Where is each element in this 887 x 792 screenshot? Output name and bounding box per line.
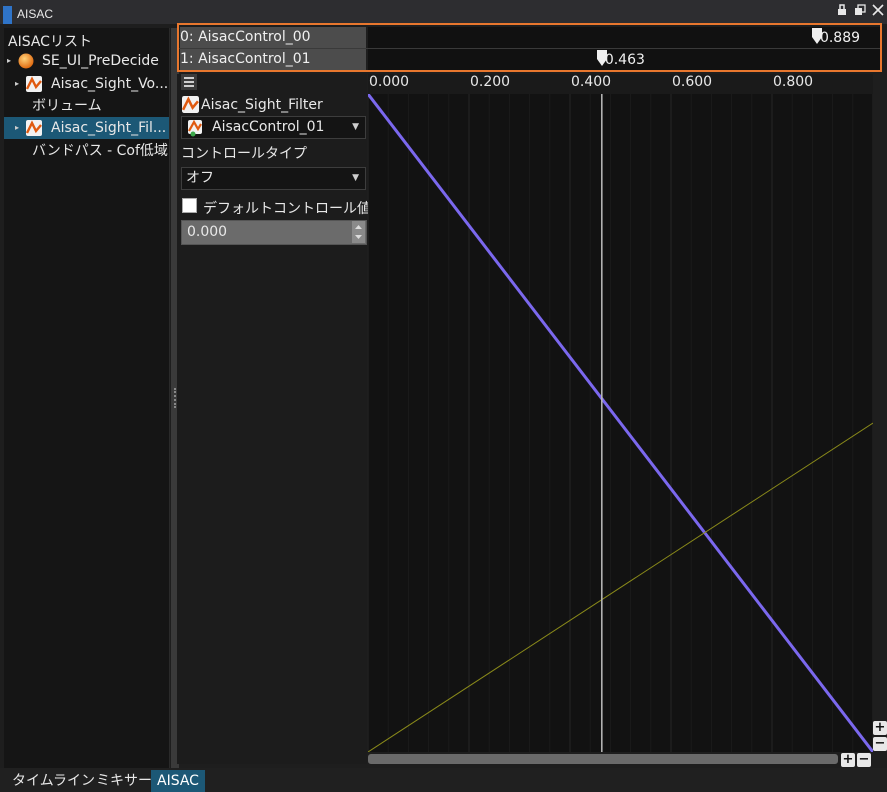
aisac-icon [26, 120, 42, 136]
tree-item-aisac-filter[interactable]: ▸ Aisac_Sight_Fil... [4, 117, 169, 139]
tree-item-cue[interactable]: ▸ SE_UI_PreDecide [4, 50, 169, 72]
control-type-value: オフ [186, 170, 214, 186]
graph-canvas[interactable] [366, 74, 875, 753]
expander-icon[interactable]: ▸ [7, 50, 11, 72]
tab-timeline[interactable]: タイムライン [6, 770, 101, 792]
aisac-list-panel [4, 28, 170, 768]
zoom-in-vertical-icon[interactable]: + [873, 721, 887, 735]
tree-item-label: SE_UI_PreDecide [42, 53, 159, 69]
x-tick-label: 0.200 [470, 74, 511, 90]
restore-icon[interactable] [853, 4, 867, 18]
default-control-checkbox[interactable] [182, 198, 197, 213]
aisac-name: Aisac_Sight_Filter [201, 97, 323, 113]
chevron-down-icon: ▼ [352, 122, 359, 132]
value-spinner[interactable] [352, 221, 365, 243]
tree-item-label: ボリューム [32, 98, 102, 114]
cue-orb-icon [18, 53, 34, 69]
purple-curve[interactable] [366, 93, 875, 753]
horizontal-scrollbar[interactable] [368, 754, 838, 764]
tree-item-label: Aisac_Sight_Fil... [51, 120, 167, 136]
title-accent-bar [3, 6, 12, 24]
expander-icon[interactable]: ▸ [15, 117, 19, 139]
x-tick-label: 0.600 [672, 74, 713, 90]
default-control-label: デフォルトコントロール値 [203, 201, 371, 217]
control-select[interactable]: AisacControl_01 ▼ [181, 116, 366, 139]
menu-icon[interactable] [181, 74, 197, 90]
x-tick-label: 0.400 [571, 74, 612, 90]
tree-item-volume[interactable]: ボリューム [4, 95, 169, 117]
x-tick-label: 0.800 [773, 74, 814, 90]
tree-item-label: バンドパス - Cof低域 [32, 143, 168, 159]
control-type-label: コントロールタイプ [181, 146, 307, 162]
control-select-value: AisacControl_01 [212, 119, 325, 135]
control-highlight-box [177, 23, 882, 72]
close-icon[interactable] [871, 4, 885, 18]
aisac-list-header: AISACリスト [8, 34, 92, 50]
zoom-in-horizontal-icon[interactable]: + [841, 753, 855, 767]
tree-item-label: Aisac_Sight_Vo... [51, 76, 169, 92]
control-type-select[interactable]: オフ ▼ [181, 167, 366, 190]
zoom-out-horizontal-icon[interactable]: − [857, 753, 871, 767]
pin-icon[interactable] [835, 4, 849, 18]
olive-curve[interactable] [367, 422, 874, 753]
window-title: AISAC [17, 7, 54, 21]
aisac-icon [26, 76, 42, 92]
tab-aisac[interactable]: AISAC [151, 770, 205, 792]
aisac-control-icon [188, 119, 202, 137]
chevron-down-icon: ▼ [352, 173, 359, 183]
tree-item-aisac-volume[interactable]: ▸ Aisac_Sight_Vo... [4, 73, 169, 95]
aisac-graph[interactable] [366, 74, 875, 753]
zoom-out-vertical-icon[interactable]: − [873, 737, 887, 751]
tab-mixer[interactable]: ミキサー [90, 770, 158, 792]
default-control-value-input[interactable]: 0.000 [181, 220, 367, 245]
title-bar [0, 0, 887, 24]
aisac-icon [182, 96, 199, 113]
tree-item-bandpass[interactable]: バンドパス - Cof低域 [4, 140, 169, 162]
expander-icon[interactable]: ▸ [15, 73, 19, 95]
x-tick-label: 0.000 [369, 74, 410, 90]
